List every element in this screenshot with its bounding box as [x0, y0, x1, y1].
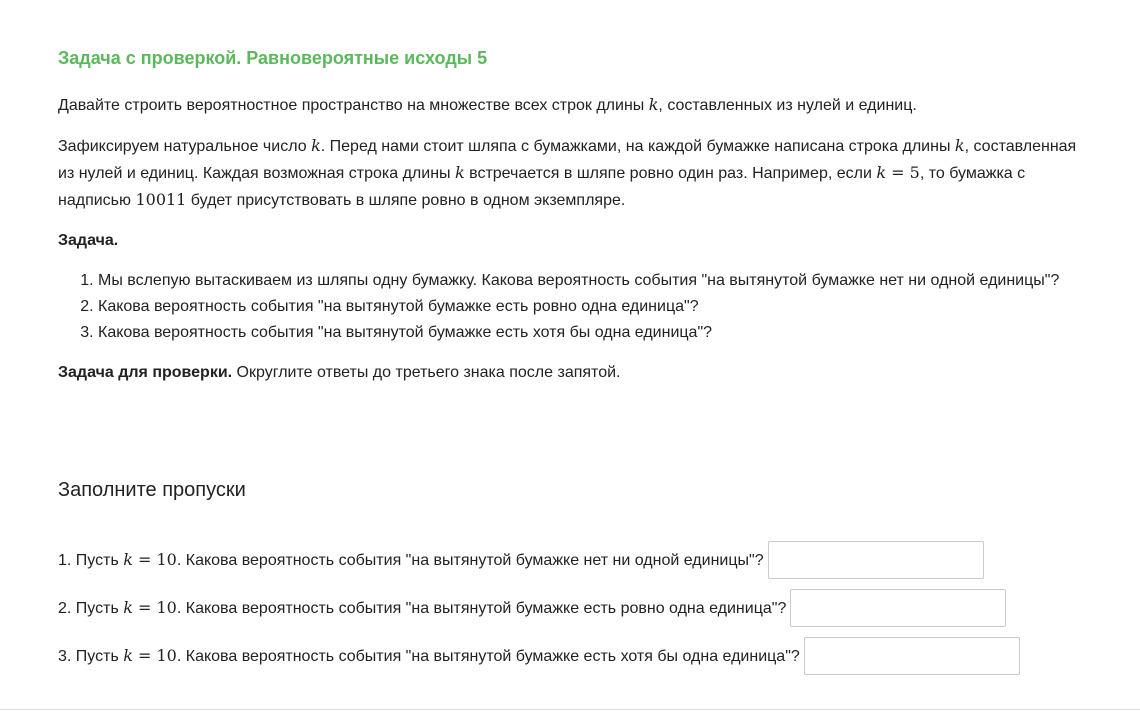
- task-item-3: Какова вероятность события "на вытянутой…: [98, 320, 1078, 346]
- check-text: Округлите ответы до третьего знака после…: [232, 364, 621, 381]
- question-body: . Какова вероятность события "на вытянут…: [176, 647, 800, 665]
- intro-paragraph: Давайте строить вероятностное пространст…: [58, 92, 1078, 119]
- math-string-example: 10011: [135, 190, 187, 209]
- check-label: Задача для проверки.: [58, 364, 233, 381]
- answer-input-3[interactable]: [803, 637, 1020, 675]
- math-k: k: [123, 597, 133, 617]
- question-body: . Какова вероятность события "на вытянут…: [176, 551, 764, 569]
- intro-text-end: , составленных из нулей и единиц.: [658, 97, 917, 114]
- math-k: k: [876, 163, 887, 182]
- math-ten: 10: [156, 597, 177, 617]
- intro-text: Давайте строить вероятностное пространст…: [58, 97, 649, 114]
- math-equals: =: [132, 549, 157, 569]
- question-1-text: 1. Пусть k = 10. Какова вероятность собы…: [58, 547, 764, 574]
- math-ten: 10: [156, 645, 177, 665]
- math-k: k: [123, 645, 133, 665]
- hat-text-2: . Перед нами стоит шляпа с бумажками, на…: [320, 138, 955, 155]
- math-equals: =: [886, 163, 910, 182]
- math-ten: 10: [156, 549, 177, 569]
- fill-in-title: Заполните пропуски: [58, 479, 246, 501]
- question-3-text: 3. Пусть k = 10. Какова вероятность собы…: [58, 643, 800, 670]
- math-equals: =: [132, 645, 157, 665]
- hat-text-4: встречается в шляпе ровно один раз. Напр…: [464, 165, 877, 182]
- task-list: Мы вслепую вытаскиваем из шляпы одну бум…: [58, 268, 1078, 346]
- answer-input-1[interactable]: [767, 541, 984, 579]
- math-equals: =: [132, 597, 157, 617]
- question-row-2: 2. Пусть k = 10. Какова вероятность собы…: [58, 587, 1007, 629]
- question-prefix: 2. Пусть: [58, 599, 124, 617]
- math-five: 5: [909, 163, 920, 182]
- question-row-3: 3. Пусть k = 10. Какова вероятность собы…: [58, 635, 1020, 677]
- hat-text-6: будет присутствовать в шляпе ровно в одн…: [186, 192, 626, 209]
- math-k: k: [123, 549, 133, 569]
- math-k: k: [648, 95, 659, 114]
- task-content: Задача с проверкой. Равновероятные исход…: [58, 46, 1078, 400]
- answer-input-2[interactable]: [790, 589, 1007, 627]
- question-prefix: 1. Пусть: [58, 551, 124, 569]
- task-item-1: Мы вслепую вытаскиваем из шляпы одну бум…: [98, 268, 1078, 294]
- check-paragraph: Задача для проверки. Округлите ответы до…: [58, 360, 1078, 386]
- question-row-1: 1. Пусть k = 10. Какова вероятность собы…: [58, 539, 984, 581]
- hat-text-1: Зафиксируем натуральное число: [58, 138, 312, 155]
- task-item-2: Какова вероятность события "на вытянутой…: [98, 294, 1078, 320]
- math-k: k: [311, 136, 321, 155]
- bottom-divider: [0, 709, 1140, 710]
- question-body: . Какова вероятность события "на вытянут…: [176, 599, 787, 617]
- question-2-text: 2. Пусть k = 10. Какова вероятность собы…: [58, 595, 786, 622]
- task-title: Задача с проверкой. Равновероятные исход…: [58, 48, 488, 68]
- task-label: Задача.: [58, 232, 119, 249]
- hat-paragraph: Зафиксируем натуральное число k. Перед н…: [58, 133, 1078, 214]
- question-prefix: 3. Пусть: [58, 647, 124, 665]
- math-k: k: [954, 136, 965, 155]
- math-k: k: [454, 163, 465, 182]
